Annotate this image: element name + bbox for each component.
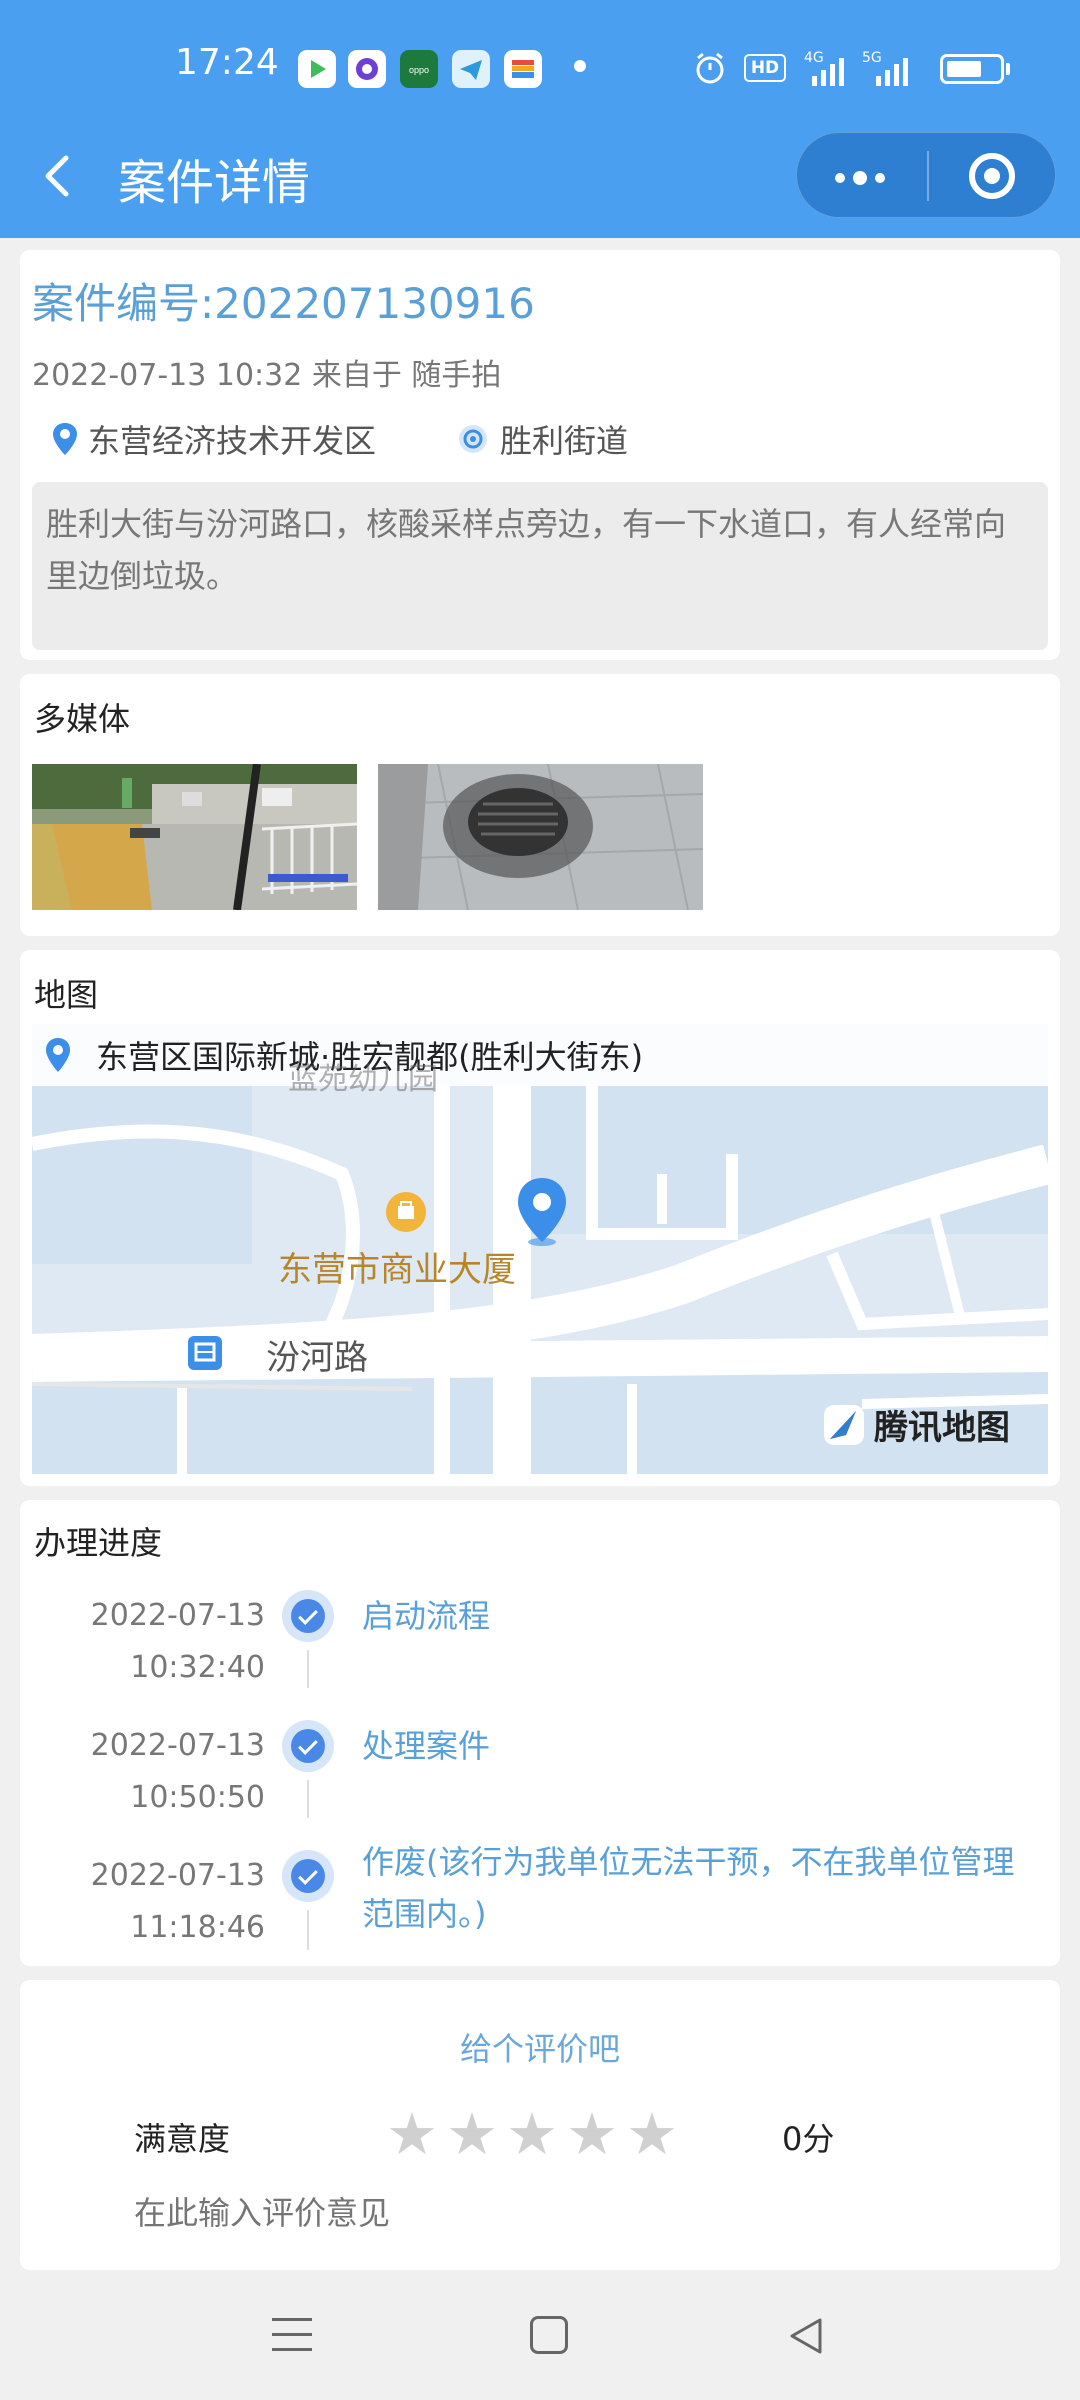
svg-text:oppo: oppo [409, 65, 429, 75]
mall-poi-icon [386, 1192, 426, 1232]
district-label: 东营经济技术开发区 [88, 422, 377, 460]
case-description: 胜利大街与汾河路口，核酸采样点旁边，有一下水道口，有人经常向里边倒垃圾。 [32, 482, 1048, 650]
map-road-label: 汾河路 [266, 1338, 368, 1378]
case-number: 案件编号:202207130916 [32, 279, 535, 328]
status-bar: 17:24 oppo HD 4G 5G [0, 0, 1080, 130]
back-button[interactable] [38, 140, 78, 210]
map-poi-mall: 东营市商业大厦 [278, 1250, 516, 1290]
street-location: 胜利街道 [456, 416, 628, 462]
bus-stop-icon [188, 1336, 222, 1370]
evaluation-input[interactable] [134, 2194, 934, 2232]
map-poi-kindergarten: 蓝苑幼儿园 [288, 1062, 438, 1097]
media-photo-drain[interactable] [378, 764, 703, 910]
timeline-date: 2022-07-13 [90, 1728, 265, 1763]
hd-icon: HD [744, 54, 786, 82]
timeline-label: 启动流程 [362, 1597, 491, 1635]
svg-text:5G: 5G [862, 50, 882, 66]
map-view[interactable]: 东营区国际新城·胜宏靓都(胜利大街东) 蓝苑幼儿园 东营市商业大厦 汾河路 腾讯… [32, 1024, 1048, 1474]
timeline-label: 作废(该行为我单位无法干预，不在我单位管理范围内。) [362, 1843, 1015, 1933]
case-meta: 2022-07-13 10:32 来自于 随手拍 [32, 358, 502, 393]
svg-text:4G: 4G [804, 50, 824, 66]
notification-dot-icon [574, 60, 586, 72]
star-icon[interactable]: ★ [382, 2104, 442, 2164]
alarm-icon [692, 50, 728, 90]
status-time: 17:24 [175, 42, 279, 83]
progress-section-title: 办理进度 [34, 1524, 163, 1562]
video-app-icon [298, 50, 336, 88]
progress-card: 办理进度 2022-07-13 10:32:40 启动流程 2022-07-13… [20, 1500, 1060, 1966]
star-icon[interactable]: ★ [442, 2104, 502, 2164]
capsule-divider [927, 151, 929, 201]
telegram-app-icon [452, 50, 490, 88]
wallet-app-icon [504, 50, 542, 88]
map-marker-icon [514, 1176, 570, 1252]
signal-4g-icon: 4G [804, 48, 852, 94]
timeline-time: 10:32:40 [130, 1650, 265, 1685]
satisfaction-label: 满意度 [134, 2120, 231, 2158]
media-photo-street[interactable] [32, 764, 357, 910]
map-section-title: 地图 [34, 976, 99, 1014]
media-card: 多媒体 [20, 674, 1060, 936]
media-section-title: 多媒体 [34, 700, 131, 738]
target-location-icon [459, 425, 487, 453]
star-icon[interactable]: ★ [622, 2104, 682, 2164]
app-header: 17:24 oppo HD 4G 5G 案件详情 [0, 0, 1080, 238]
map-address-bar: 东营区国际新城·胜宏靓都(胜利大街东) [32, 1024, 1048, 1086]
star-rating[interactable]: ★ ★ ★ ★ ★ [382, 2104, 682, 2164]
map-location-pin-icon [46, 1038, 70, 1072]
evaluation-title: 给个评价吧 [459, 2030, 620, 2068]
timeline-time: 10:50:50 [130, 1780, 265, 1815]
tencent-map-icon [824, 1404, 864, 1445]
home-square-icon[interactable] [530, 2316, 568, 2354]
evaluation-card: 给个评价吧 满意度 ★ ★ ★ ★ ★ 0分 [20, 1980, 1060, 2270]
case-info-card: 案件编号:202207130916 2022-07-13 10:32 来自于 随… [20, 250, 1060, 660]
tencent-map-logo: 腾讯地图 [822, 1400, 1010, 1449]
timeline-date: 2022-07-13 [90, 1858, 265, 1893]
page-title: 案件详情 [118, 155, 311, 211]
star-icon[interactable]: ★ [502, 2104, 562, 2164]
map-card: 地图 东营区国际新城·胜宏靓都(胜利大街东) 蓝苑幼儿园 东营市商业大厦 汾河路… [20, 950, 1060, 1486]
signal-5g-icon: 5G [862, 48, 926, 94]
battery-tip [1006, 63, 1010, 75]
timeline-connector [307, 1910, 309, 1950]
timeline-label: 处理案件 [362, 1727, 491, 1765]
back-triangle-icon[interactable] [786, 2314, 826, 2358]
battery-icon [940, 54, 1004, 84]
timeline-date: 2022-07-13 [90, 1598, 265, 1633]
media-app-icon [348, 50, 386, 88]
close-miniprogram-icon[interactable] [969, 153, 1015, 199]
street-label: 胜利街道 [500, 422, 629, 460]
star-icon[interactable]: ★ [562, 2104, 622, 2164]
district-location: 东营经济技术开发区 [52, 416, 376, 462]
timeline-connector [307, 1780, 309, 1818]
menu-icon[interactable] [272, 2318, 312, 2354]
rating-score: 0分 [782, 2120, 835, 2158]
system-nav-bar [0, 2270, 1080, 2400]
miniprogram-capsule [796, 132, 1056, 218]
location-pin-icon [53, 423, 77, 455]
timeline-time: 11:18:46 [130, 1910, 265, 1945]
tencent-map-brand: 腾讯地图 [874, 1408, 1010, 1448]
oppo-app-icon: oppo [400, 50, 438, 88]
timeline-connector [307, 1650, 309, 1688]
more-icon[interactable] [835, 167, 895, 187]
